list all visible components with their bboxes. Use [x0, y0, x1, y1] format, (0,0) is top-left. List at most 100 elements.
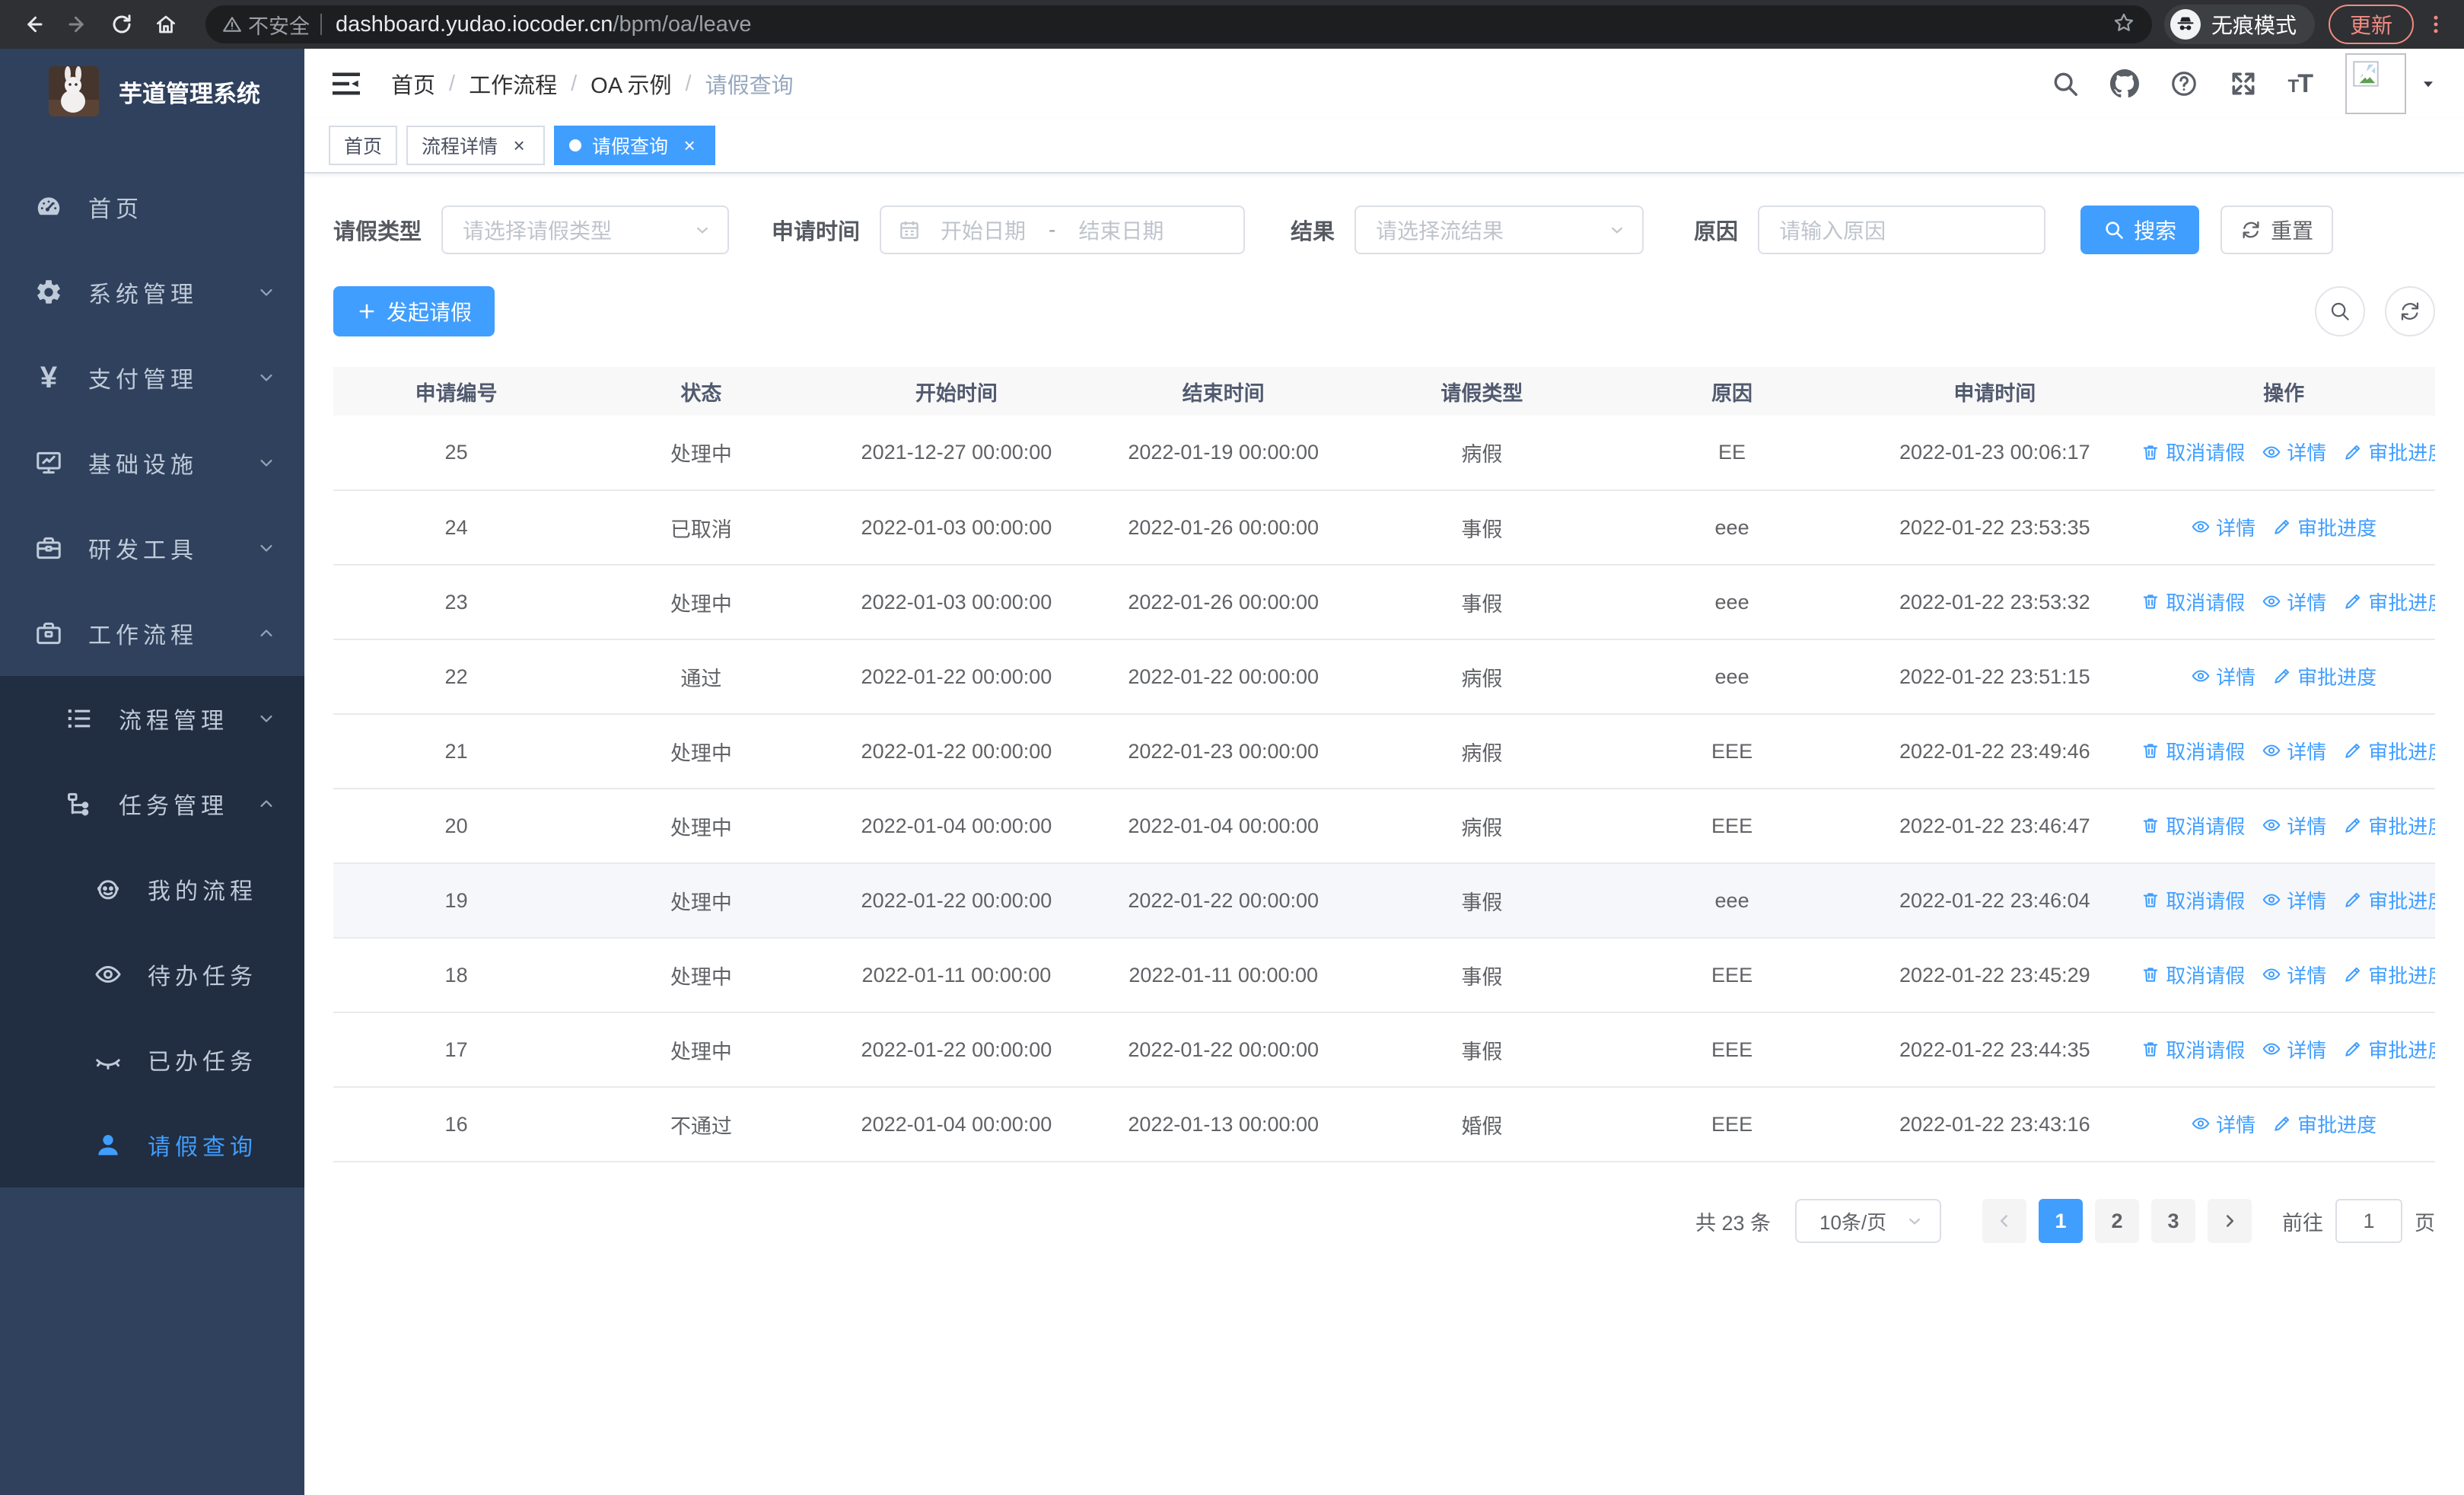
- goto-page-input[interactable]: [2335, 1199, 2402, 1243]
- table-row: 22 通过 2022-01-22 00:00:00 2022-01-22 00:00:…: [333, 639, 2435, 715]
- bookmark-star-icon[interactable]: [2112, 11, 2135, 38]
- sidebar-item-待办任务[interactable]: 待办任务: [0, 932, 304, 1017]
- page-button-3[interactable]: 3: [2151, 1199, 2195, 1243]
- action-审批进度[interactable]: 审批进度: [2343, 737, 2435, 765]
- toggle-search-button[interactable]: [2315, 286, 2365, 336]
- briefcase-icon: [33, 619, 64, 648]
- sidebar-item-流程管理[interactable]: 流程管理: [0, 676, 304, 761]
- cell-end_time: 2022-01-22 00:00:00: [1090, 639, 1358, 715]
- cell-start_time: 2022-01-22 00:00:00: [823, 1012, 1090, 1088]
- action-取消请假[interactable]: 取消请假: [2141, 811, 2245, 840]
- action-详情[interactable]: 详情: [2191, 513, 2255, 541]
- breadcrumb-separator: /: [571, 71, 578, 96]
- home-icon[interactable]: [149, 8, 183, 41]
- page-button-1[interactable]: 1: [2039, 1199, 2083, 1243]
- sidebar-item-label: 首页: [88, 197, 143, 222]
- action-详情[interactable]: 详情: [2262, 1035, 2326, 1063]
- tab-首页[interactable]: 首页: [329, 126, 398, 165]
- reset-button[interactable]: 重置: [2220, 206, 2334, 254]
- action-取消请假[interactable]: 取消请假: [2141, 961, 2245, 989]
- sidebar-item-label: 待办任务: [148, 964, 257, 990]
- page-size-select[interactable]: 10条/页: [1795, 1199, 1941, 1243]
- sidebar-item-label: 基础设施: [88, 453, 198, 478]
- action-详情[interactable]: 详情: [2262, 737, 2326, 765]
- breadcrumb-item-工作流程[interactable]: 工作流程: [469, 68, 557, 100]
- caret-down-icon[interactable]: [2418, 74, 2438, 94]
- cell-leave_type: 事假: [1357, 938, 1607, 1013]
- cell-actions: 详情 审批进度: [2132, 1087, 2435, 1162]
- help-icon[interactable]: [2170, 69, 2198, 98]
- action-详情[interactable]: 详情: [2262, 886, 2326, 914]
- tab-close-icon[interactable]: ×: [679, 134, 700, 158]
- action-详情[interactable]: 详情: [2262, 438, 2326, 466]
- avatar[interactable]: [2345, 53, 2406, 114]
- create-leave-button[interactable]: 发起请假: [333, 286, 495, 336]
- apply-time-range-picker[interactable]: 开始日期 - 结束日期: [880, 206, 1246, 254]
- tab-流程详情[interactable]: 流程详情 ×: [406, 126, 546, 165]
- action-取消请假[interactable]: 取消请假: [2141, 1035, 2245, 1063]
- logo-row[interactable]: 芋道管理系统: [0, 49, 304, 134]
- pagination-total: 共 23 条: [1695, 1211, 1771, 1235]
- sidebar-item-首页[interactable]: 首页: [0, 164, 304, 250]
- search-button-label: 搜索: [2134, 219, 2177, 243]
- refresh-table-button[interactable]: [2385, 286, 2435, 336]
- action-详情[interactable]: 详情: [2262, 588, 2326, 616]
- sidebar-item-任务管理[interactable]: 任务管理: [0, 761, 304, 846]
- reason-input[interactable]: 请输入原因: [1758, 206, 2046, 254]
- action-审批进度[interactable]: 审批进度: [2272, 1110, 2376, 1138]
- action-审批进度[interactable]: 审批进度: [2272, 513, 2376, 541]
- action-审批进度[interactable]: 审批进度: [2343, 811, 2435, 840]
- search-button[interactable]: 搜索: [2080, 206, 2200, 254]
- tab-请假查询[interactable]: 请假查询 ×: [554, 126, 716, 165]
- action-详情[interactable]: 详情: [2262, 961, 2326, 989]
- action-详情[interactable]: 详情: [2191, 662, 2255, 690]
- action-取消请假[interactable]: 取消请假: [2141, 588, 2245, 616]
- action-审批进度[interactable]: 审批进度: [2343, 886, 2435, 914]
- tab-close-icon[interactable]: ×: [508, 134, 530, 158]
- next-page-button[interactable]: [2208, 1199, 2252, 1243]
- prev-page-button[interactable]: [1982, 1199, 2026, 1243]
- search-icon[interactable]: [2051, 69, 2080, 98]
- action-审批进度[interactable]: 审批进度: [2343, 1035, 2435, 1063]
- forward-icon[interactable]: [61, 8, 94, 41]
- leave-type-select[interactable]: 请选择请假类型: [441, 206, 730, 254]
- breadcrumb-item-OA 示例[interactable]: OA 示例: [591, 68, 671, 100]
- back-icon[interactable]: [17, 8, 50, 41]
- result-select[interactable]: 请选择流结果: [1355, 206, 1644, 254]
- column-header-开始时间: 开始时间: [823, 367, 1090, 416]
- action-取消请假[interactable]: 取消请假: [2141, 438, 2245, 466]
- action-label: 取消请假: [2166, 740, 2246, 763]
- action-取消请假[interactable]: 取消请假: [2141, 737, 2245, 765]
- page-button-2[interactable]: 2: [2095, 1199, 2139, 1243]
- action-审批进度[interactable]: 审批进度: [2343, 961, 2435, 989]
- sidebar-item-系统管理[interactable]: 系统管理: [0, 250, 304, 335]
- browser-update-button[interactable]: 更新: [2328, 5, 2414, 44]
- action-取消请假[interactable]: 取消请假: [2141, 886, 2245, 914]
- cell-leave_type: 病假: [1357, 789, 1607, 864]
- sidebar-item-研发工具[interactable]: 研发工具: [0, 505, 304, 591]
- browser-menu-icon[interactable]: [2424, 13, 2447, 36]
- action-审批进度[interactable]: 审批进度: [2343, 438, 2435, 466]
- action-详情[interactable]: 详情: [2262, 811, 2326, 840]
- action-label: 审批进度: [2368, 964, 2435, 987]
- cell-start_time: 2022-01-04 00:00:00: [823, 1087, 1090, 1162]
- breadcrumb-item-首页[interactable]: 首页: [391, 68, 435, 100]
- reload-icon[interactable]: [105, 8, 138, 41]
- sidebar-collapse-icon[interactable]: [330, 68, 362, 100]
- sidebar-item-基础设施[interactable]: 基础设施: [0, 420, 304, 505]
- font-size-icon[interactable]: TT: [2288, 69, 2313, 99]
- url-bar[interactable]: 不安全 dashboard.yudao.iocoder.cn/bpm/oa/le…: [205, 5, 2152, 43]
- sidebar-item-工作流程[interactable]: 工作流程: [0, 591, 304, 676]
- fullscreen-icon[interactable]: [2229, 69, 2258, 98]
- sidebar-item-已办任务[interactable]: 已办任务: [0, 1017, 304, 1102]
- sidebar-item-label: 请假查询: [148, 1135, 257, 1160]
- sidebar-item-我的流程[interactable]: 我的流程: [0, 846, 304, 932]
- action-审批进度[interactable]: 审批进度: [2343, 588, 2435, 616]
- action-审批进度[interactable]: 审批进度: [2272, 662, 2376, 690]
- github-icon[interactable]: [2109, 69, 2139, 98]
- end-date-placeholder: 结束日期: [1078, 219, 1164, 243]
- sidebar-item-支付管理[interactable]: ¥ 支付管理: [0, 335, 304, 420]
- cell-end_time: 2022-01-22 00:00:00: [1090, 1012, 1358, 1088]
- sidebar-item-请假查询[interactable]: 请假查询: [0, 1102, 304, 1187]
- action-详情[interactable]: 详情: [2191, 1110, 2255, 1138]
